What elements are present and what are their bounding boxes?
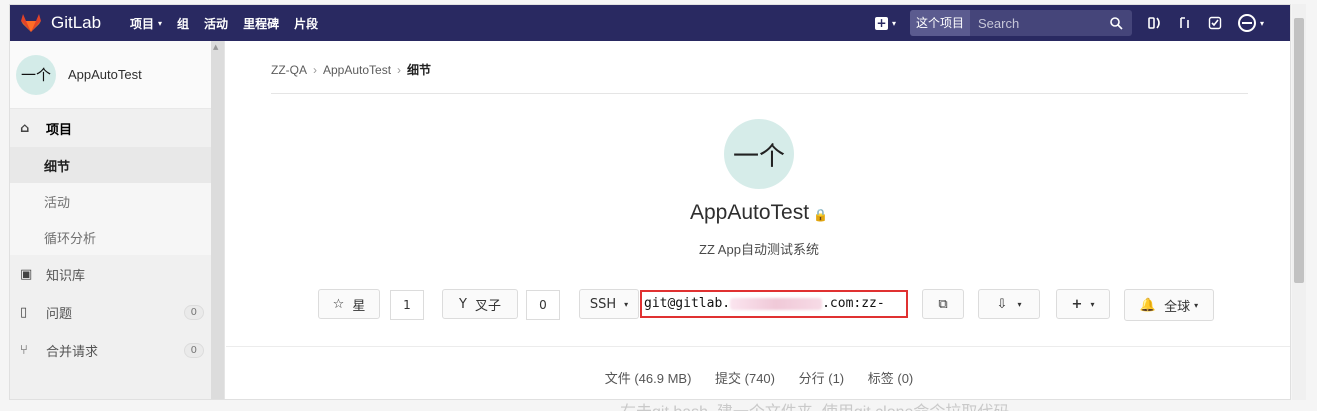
- nav-item-projects[interactable]: 项目 ▾: [130, 15, 162, 32]
- nav-item-groups[interactable]: 组: [177, 15, 189, 32]
- chevron-down-icon: ▾: [1194, 300, 1199, 310]
- chevron-down-icon[interactable]: ▾: [1260, 19, 1264, 28]
- todo-icon[interactable]: [1208, 16, 1222, 30]
- breadcrumb-current: 细节: [407, 63, 432, 77]
- sidebar-item-label: 项目: [46, 122, 73, 138]
- fork-count[interactable]: 0: [526, 290, 560, 320]
- merge-request-icon: ⑂: [20, 342, 28, 358]
- project-sidebar: 一个 AppAutoTest ⌂ 项目 细节 活动 循环分析 ▣ 知识库 ▯ 问…: [10, 41, 225, 399]
- plus-icon: +: [1071, 296, 1083, 312]
- chevron-down-icon: ▾: [158, 18, 163, 28]
- star-label: 星: [352, 298, 366, 314]
- user-avatar-icon[interactable]: [1237, 14, 1256, 32]
- project-title: AppAutoTest 🔒: [226, 201, 1290, 225]
- breadcrumb-project[interactable]: AppAutoTest: [323, 63, 391, 77]
- fork-icon: Y: [459, 296, 467, 312]
- url-suffix: .com:zz-: [822, 296, 885, 311]
- star-count[interactable]: 1: [390, 290, 424, 320]
- clone-url-field[interactable]: git@gitlab. .com:zz-: [640, 290, 908, 318]
- plus-icon: +: [874, 16, 888, 30]
- stat-commits[interactable]: 提交 (740): [715, 371, 775, 386]
- stat-branches[interactable]: 分行 (1): [799, 371, 845, 386]
- sidebar-subgroup: 细节 活动 循环分析: [10, 147, 224, 255]
- clipboard-icon: ⧉: [938, 296, 948, 312]
- sidebar-subitem-activity[interactable]: 活动: [10, 183, 224, 219]
- sidebar-item-project[interactable]: ⌂ 项目: [10, 109, 224, 147]
- sidebar-project-header[interactable]: 一个 AppAutoTest: [10, 41, 224, 109]
- stat-files[interactable]: 文件 (46.9 MB): [605, 371, 692, 386]
- add-dropdown[interactable]: + ▾: [1056, 289, 1110, 319]
- breadcrumb-group[interactable]: ZZ-QA: [271, 63, 307, 77]
- bell-icon: 🔔: [1139, 297, 1157, 313]
- gitlab-logo-icon: [21, 14, 41, 32]
- sidebar-item-label: 合并请求: [46, 344, 99, 360]
- merge-request-icon[interactable]: [1178, 16, 1192, 30]
- divider: [271, 93, 1248, 94]
- redacted-blur: [730, 297, 823, 310]
- protocol-label: SSH: [589, 296, 617, 312]
- project-title-text: AppAutoTest: [689, 201, 810, 224]
- search-scope-label[interactable]: 这个项目: [909, 10, 970, 36]
- search-input[interactable]: [970, 15, 1110, 31]
- star-button[interactable]: ☆ 星: [318, 289, 380, 319]
- gitlab-brand[interactable]: GitLab: [20, 13, 130, 33]
- book-icon: ▣: [20, 266, 33, 282]
- home-icon: ⌂: [20, 120, 30, 136]
- download-icon: ⇩: [996, 296, 1008, 312]
- sidebar-subitem-details[interactable]: 细节: [10, 147, 224, 183]
- sidebar-scrollbar[interactable]: [211, 41, 224, 399]
- sidebar-item-issues[interactable]: ▯ 问题 0: [10, 293, 224, 331]
- nav-item-snippets[interactable]: 片段: [294, 15, 318, 32]
- copy-url-button[interactable]: ⧉: [922, 289, 964, 319]
- top-navbar: GitLab 项目 ▾ 组 活动 里程碑 片段 + ▾ 这个项目 Search …: [10, 5, 1290, 41]
- search-box: 这个项目: [909, 10, 1132, 36]
- chevron-right-icon: ›: [313, 63, 317, 77]
- issues-count-badge: 0: [183, 304, 204, 320]
- breadcrumb: ZZ-QA › AppAutoTest › 细节: [271, 61, 431, 78]
- project-stats: 文件 (46.9 MB) 提交 (740) 分行 (1) 标签 (0): [226, 368, 1290, 387]
- notification-dropdown[interactable]: 🔔 全球 ▾: [1124, 289, 1214, 321]
- brand-name: GitLab: [51, 13, 102, 32]
- nav-item-milestones[interactable]: 里程碑: [243, 15, 279, 32]
- star-icon: ☆: [332, 296, 345, 312]
- fork-button[interactable]: Y 叉子: [442, 289, 518, 319]
- project-description: ZZ App自动测试系统: [699, 242, 819, 257]
- sidebar-item-label: 问题: [46, 306, 73, 322]
- project-avatar-large: 一个: [724, 119, 794, 189]
- sidebar-item-label: 知识库: [46, 268, 86, 284]
- project-avatar: 一个: [16, 54, 56, 95]
- nav-right: + ▾ 这个项目 ▾: [874, 5, 1290, 41]
- chevron-down-icon: ▾: [891, 18, 896, 28]
- issues-icon[interactable]: [1148, 16, 1162, 30]
- chevron-down-icon: ▾: [1017, 299, 1022, 309]
- clone-protocol-dropdown[interactable]: SSH ▾: [579, 289, 639, 319]
- chevron-down-icon: ▾: [624, 299, 629, 309]
- chevron-down-icon: ▾: [1090, 299, 1095, 309]
- merge-requests-count-badge: 0: [183, 342, 204, 358]
- url-prefix: git@gitlab.: [644, 296, 731, 311]
- nav-item-activity[interactable]: 活动: [204, 15, 228, 32]
- chevron-right-icon: ›: [397, 63, 402, 77]
- background-caption: 右击git bash, 建一个文件夹, 使用git clone命令拉取代码: [620, 398, 1009, 411]
- search-icon[interactable]: [1110, 16, 1123, 30]
- lock-icon: 🔒: [813, 208, 829, 222]
- page-scrollbar-thumb[interactable]: [1294, 18, 1304, 283]
- stat-tags[interactable]: 标签 (0): [868, 371, 914, 386]
- issues-icon: ▯: [20, 304, 28, 320]
- fork-label: 叉子: [474, 298, 501, 314]
- sidebar-item-repository[interactable]: ▣ 知识库: [10, 255, 224, 293]
- nav-menu: 项目 ▾ 组 活动 里程碑 片段: [130, 15, 333, 32]
- download-dropdown[interactable]: ⇩ ▾: [978, 289, 1040, 319]
- divider: [226, 346, 1290, 347]
- new-dropdown-button[interactable]: + ▾: [874, 16, 896, 30]
- browser-frame: GitLab 项目 ▾ 组 活动 里程碑 片段 + ▾ 这个项目 Search …: [9, 4, 1291, 400]
- sidebar-item-merge-requests[interactable]: ⑂ 合并请求 0: [10, 331, 224, 369]
- notification-level: 全球: [1164, 299, 1191, 315]
- sidebar-project-name: AppAutoTest: [68, 67, 142, 82]
- main-content: ZZ-QA › AppAutoTest › 细节 一个 AppAutoTest 🔒 ZZ …: [226, 41, 1290, 399]
- sidebar-subitem-cycle-analytics[interactable]: 循环分析: [10, 219, 224, 255]
